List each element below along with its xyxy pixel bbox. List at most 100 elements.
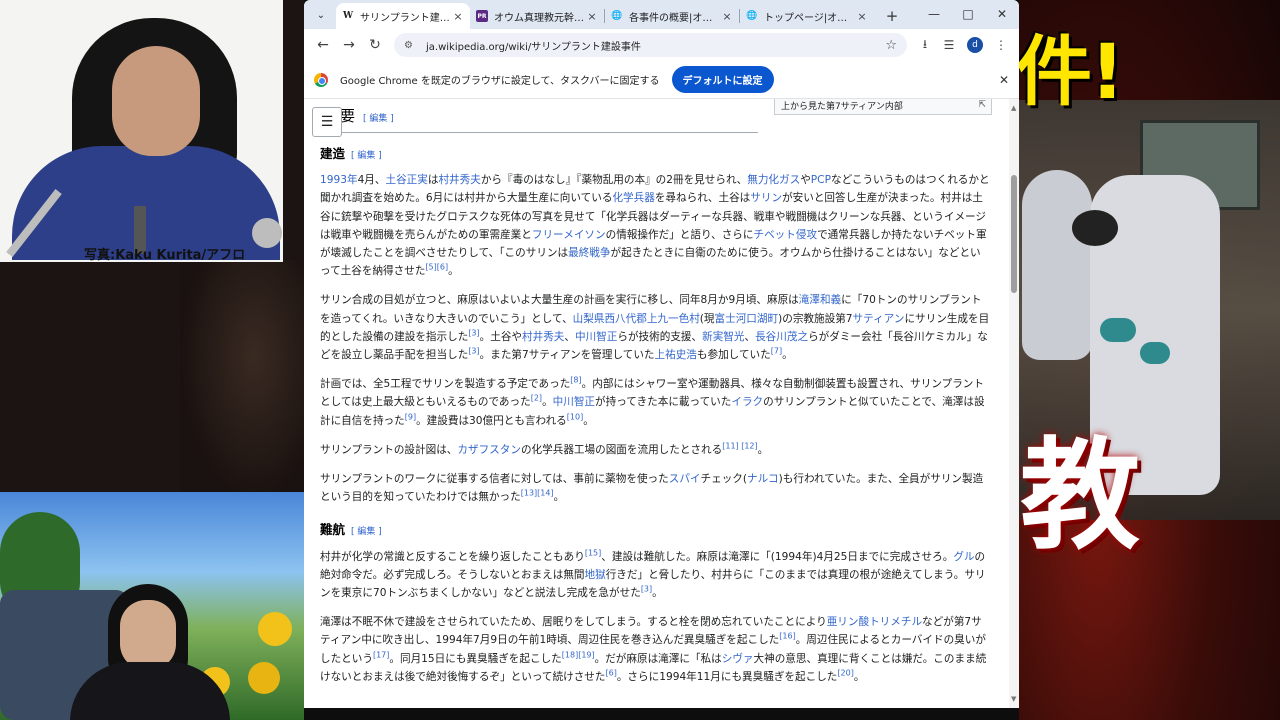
citation-link[interactable]: [15] — [585, 548, 601, 557]
table-of-contents-button[interactable]: ☰ — [312, 107, 342, 137]
wiki-link[interactable]: 新実智光 — [702, 331, 744, 343]
wiki-link[interactable]: 村井秀夫 — [438, 174, 480, 186]
tab-list: Wサリンプラント建設事件×PRオウム真理教元幹部、死× 🌐 各事件の概要|オウム真理… — [336, 3, 874, 29]
browser-toolbar: ← → ↻ ⚙ ja.wikipedia.org/wiki/サリンプラント建設事… — [304, 29, 1019, 61]
citation-link[interactable]: [9] — [405, 412, 416, 421]
wiki-link[interactable]: フリーメイソン — [532, 229, 606, 241]
edit-link[interactable]: [ 編集 ] — [351, 151, 382, 161]
citation-link[interactable]: [5][6] — [425, 263, 448, 272]
wiki-link[interactable]: 富士河口湖町 — [715, 313, 779, 325]
globe-icon: 🌐 — [611, 11, 623, 21]
citation-link[interactable]: [3] — [468, 328, 479, 337]
scroll-up-icon[interactable]: ▲ — [1011, 99, 1016, 117]
wiki-link[interactable]: サティアン — [853, 313, 905, 325]
citation-link[interactable]: [3] — [641, 585, 652, 594]
browser-tab[interactable]: PR オウム真理教元幹部、死× — [470, 3, 604, 29]
citation-link[interactable]: [18][19] — [562, 650, 595, 659]
forward-button[interactable]: → — [336, 32, 362, 58]
wiki-link[interactable]: PCP — [811, 174, 831, 186]
paragraph-text: の化学兵器工場の図面を流用したとされる — [520, 443, 723, 456]
citation-link[interactable]: [3] — [468, 347, 479, 356]
browser-tab[interactable]: 🌐 トップページ|オウム真理教× — [740, 3, 874, 29]
edit-link[interactable]: [ 編集 ] — [363, 114, 394, 124]
infobar-close-icon[interactable]: ✕ — [999, 73, 1009, 87]
tab-title: 各事件の概要|オウム真理 — [629, 12, 721, 24]
wiki-link[interactable]: 最終戦争 — [568, 247, 610, 259]
wiki-link[interactable]: 滝澤和義 — [799, 294, 841, 306]
wiki-link[interactable]: 亜リン酸トリメチル — [827, 616, 922, 628]
arrow-right-icon: → — [343, 37, 355, 53]
wiki-link[interactable]: 中川智正 — [575, 331, 617, 343]
plus-icon: + — [885, 7, 899, 25]
citation-link[interactable]: [13][14] — [521, 489, 554, 498]
wiki-link[interactable]: 中川智正 — [553, 396, 595, 408]
citation-link[interactable]: [6] — [606, 668, 617, 677]
wiki-link[interactable]: ナルコ — [747, 473, 779, 485]
sunflower — [258, 612, 292, 646]
browser-tab[interactable]: 🌐 各事件の概要|オウム真理× — [605, 3, 739, 29]
section-heading: 建造[ 編集 ] — [320, 146, 382, 161]
paragraph-text: が持ってきた本に載っていた — [595, 396, 732, 409]
wiki-link[interactable]: グル — [953, 551, 974, 563]
wiki-link[interactable]: 化学兵器 — [612, 192, 654, 204]
edit-link[interactable]: [ 編集 ] — [351, 527, 382, 537]
paragraph-text: らが技術的支援、 — [617, 330, 703, 343]
tab-close-icon[interactable]: × — [856, 10, 868, 23]
minimize-button[interactable]: — — [917, 0, 951, 29]
set-default-button[interactable]: デフォルトに設定 — [671, 66, 774, 93]
maximize-button[interactable]: □ — [951, 0, 985, 29]
wiki-link[interactable]: スパイ — [669, 473, 701, 485]
tab-close-icon[interactable]: × — [452, 10, 464, 23]
expand-image-icon[interactable]: ⇱ — [978, 99, 986, 114]
article-paragraph: サリン合成の目処が立つと、麻原はいよいよ大量生産の計画を実行に移し、同年8月か9… — [320, 291, 991, 364]
reload-button[interactable]: ↻ — [362, 32, 388, 58]
address-bar[interactable]: ⚙ ja.wikipedia.org/wiki/サリンプラント建設事件 ☆ — [394, 33, 907, 57]
tab-close-icon[interactable]: × — [586, 10, 598, 23]
wiki-link[interactable]: シヴァ — [722, 653, 754, 665]
wiki-link[interactable]: カザフスタン — [457, 444, 521, 456]
wiki-link[interactable]: 無力化ガス — [747, 174, 800, 186]
paragraph-text: から『毒のはなし』『薬物乱用の本』の2冊を見せられ、 — [480, 174, 748, 187]
new-tab-button[interactable]: + — [882, 7, 902, 25]
media-control-icon[interactable]: ☰ — [937, 38, 961, 52]
back-button[interactable]: ← — [310, 32, 336, 58]
wiki-link[interactable]: チベット侵攻 — [754, 229, 818, 241]
page-scrollbar[interactable]: ▲ ▼ — [1009, 99, 1019, 708]
paragraph-text: 。 — [583, 414, 594, 427]
citation-link[interactable]: [16] — [779, 632, 795, 641]
screen: 件! 教 写真:Kaku Kurita/アフロ ⌄ Wサリンプラント建設事件×P… — [0, 0, 1280, 720]
press-photo: 写真:Kaku Kurita/アフロ — [0, 0, 283, 262]
tab-search-button[interactable]: ⌄ — [310, 4, 332, 26]
wiki-link[interactable]: 長谷川茂之 — [755, 331, 808, 343]
bookmark-star-icon[interactable]: ☆ — [885, 38, 897, 53]
citation-link[interactable]: [11] [12] — [722, 441, 757, 450]
scrollbar-thumb[interactable] — [1011, 175, 1017, 293]
tab-close-icon[interactable]: × — [721, 10, 733, 23]
browser-tab[interactable]: W サリンプラント建設事件× — [336, 3, 470, 29]
paragraph-text: 4月、 — [357, 174, 386, 187]
headline-text-middle: 教 — [1020, 427, 1140, 566]
wiki-link[interactable]: 上祐史浩 — [655, 349, 697, 361]
citation-link[interactable]: [2] — [531, 394, 542, 403]
scroll-down-icon[interactable]: ▼ — [1011, 690, 1016, 708]
site-info-icon[interactable]: ⚙ — [404, 40, 420, 51]
citation-link[interactable]: [8] — [570, 376, 581, 385]
download-icon[interactable]: ⭳ — [913, 35, 937, 56]
paragraph-text: 。 — [853, 670, 865, 683]
menu-kebab-icon[interactable]: ⋮ — [989, 38, 1013, 52]
citation-link[interactable]: [17] — [373, 650, 389, 659]
citation-link[interactable]: [10] — [567, 412, 583, 421]
citation-link[interactable]: [20] — [837, 668, 853, 677]
wiki-link[interactable]: 地獄 — [585, 569, 606, 581]
close-window-button[interactable]: ✕ — [985, 0, 1019, 29]
wiki-link[interactable]: 山梨県西八代郡上九一色村 — [573, 313, 700, 325]
section-heading-overview: 要[ 編集 ] — [340, 107, 394, 125]
heading-divider — [320, 132, 758, 133]
wiki-link[interactable]: 土谷正実 — [386, 174, 428, 186]
wiki-link[interactable]: サリン — [750, 192, 782, 204]
citation-link[interactable]: [7] — [771, 347, 782, 356]
wiki-link[interactable]: 村井秀夫 — [522, 331, 564, 343]
wiki-link[interactable]: イラク — [731, 396, 763, 408]
wiki-link[interactable]: 1993年 — [320, 174, 358, 186]
profile-avatar[interactable]: d — [967, 37, 983, 53]
